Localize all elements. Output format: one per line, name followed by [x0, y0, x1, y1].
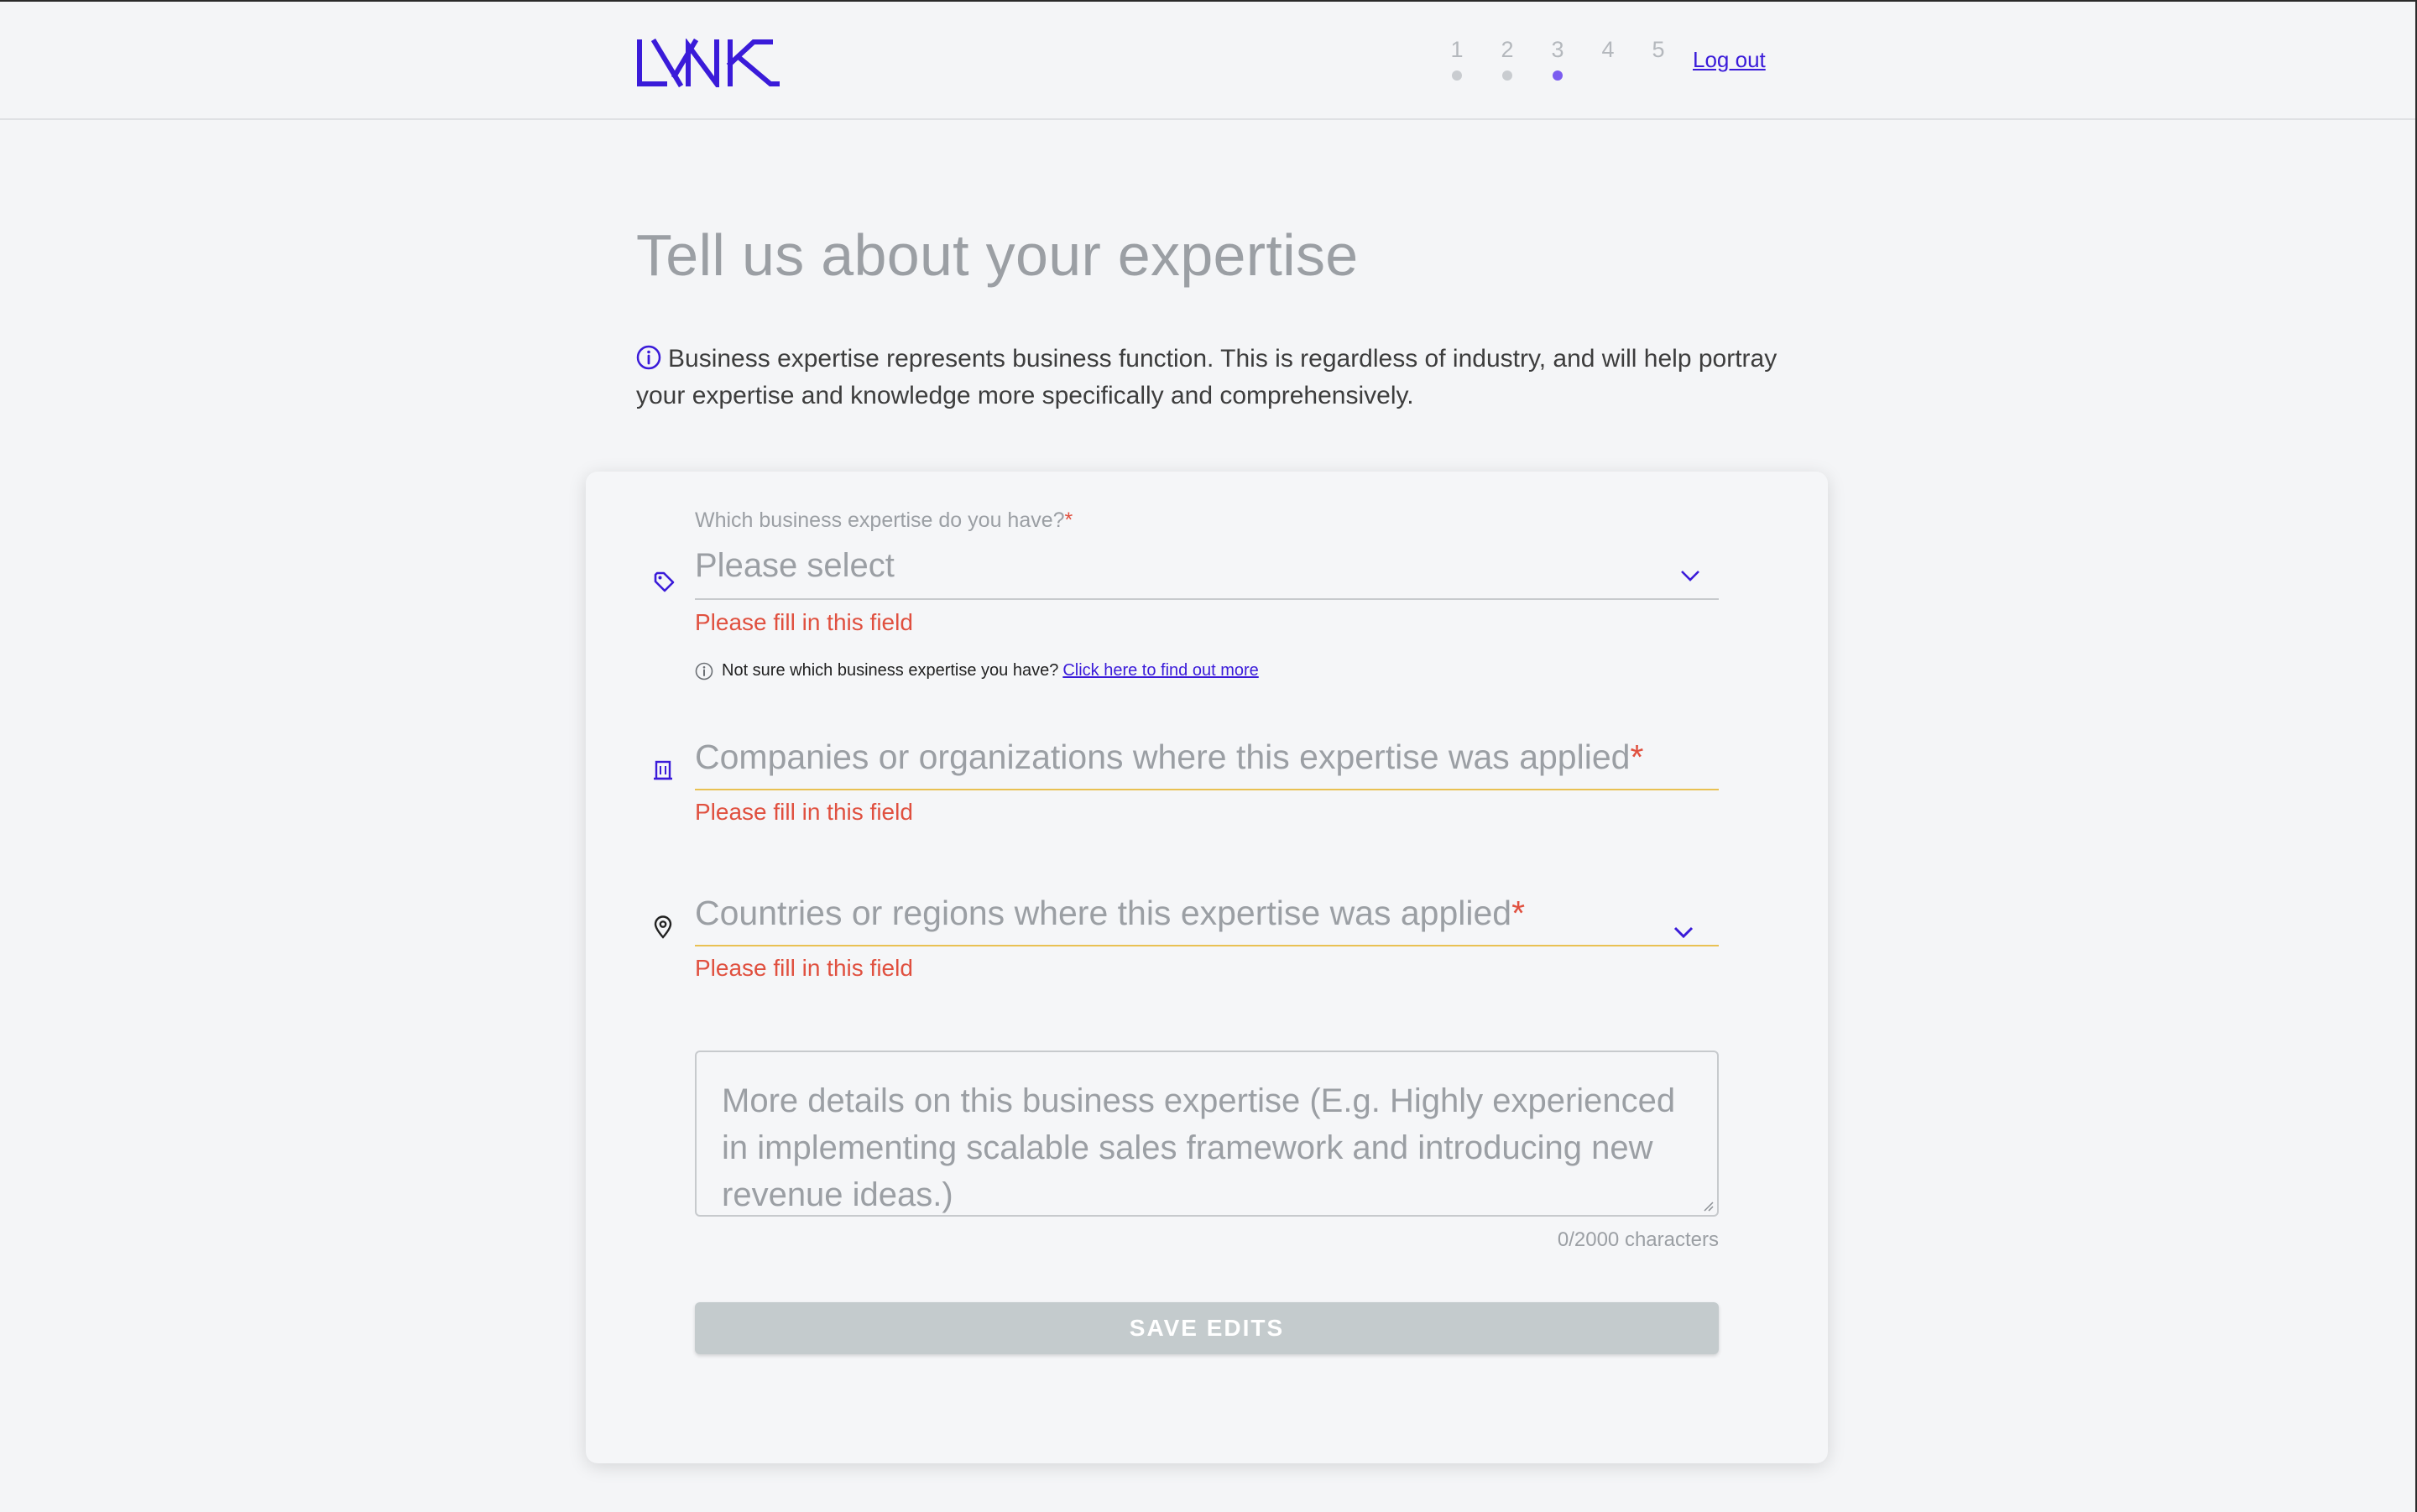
tag-icon — [654, 571, 675, 592]
save-edits-button[interactable]: SAVE EDITS — [695, 1302, 1719, 1354]
step-3[interactable]: 3 — [1541, 35, 1574, 81]
countries-error: Please fill in this field — [695, 955, 913, 981]
step-3-number: 3 — [1551, 37, 1564, 62]
logout-link[interactable]: Log out — [1693, 47, 1766, 73]
step-1-number: 1 — [1450, 37, 1464, 62]
step-4-number: 4 — [1601, 37, 1615, 62]
lynk-logo — [637, 39, 780, 87]
character-counter: 0/2000 characters — [1557, 1228, 1719, 1251]
countries-underline — [695, 945, 1719, 946]
companies-placeholder: Companies or organizations where this ex… — [695, 738, 1631, 776]
step-2[interactable]: 2 — [1490, 35, 1524, 81]
business-expertise-underline — [695, 598, 1719, 600]
business-expertise-label-text: Which business expertise do you have? — [695, 508, 1065, 532]
step-4[interactable]: 4 — [1591, 35, 1625, 64]
intro-paragraph: Business expertise represents business f… — [636, 341, 1778, 414]
location-pin-icon — [654, 915, 672, 939]
details-textarea[interactable]: More details on this business expertise … — [695, 1051, 1719, 1217]
step-3-dot-active — [1553, 70, 1563, 81]
hint-text: Not sure which business expertise you ha… — [722, 661, 1059, 680]
required-asterisk: * — [1630, 738, 1644, 776]
step-5[interactable]: 5 — [1642, 35, 1675, 64]
business-expertise-select[interactable]: Please select — [695, 547, 895, 585]
companies-error: Please fill in this field — [695, 799, 913, 825]
building-icon — [654, 760, 672, 780]
companies-input[interactable]: Companies or organizations where this ex… — [695, 738, 1643, 777]
resize-handle-icon[interactable] — [1702, 1200, 1714, 1212]
step-1[interactable]: 1 — [1440, 35, 1474, 81]
find-out-more-link[interactable]: Click here to find out more — [1062, 661, 1258, 680]
step-2-dot — [1502, 70, 1512, 81]
top-header: 1 2 3 4 5 Log out — [0, 2, 2415, 120]
step-2-number: 2 — [1501, 37, 1514, 62]
business-expertise-error: Please fill in this field — [695, 609, 913, 635]
intro-text: Business expertise represents business f… — [636, 345, 1778, 409]
small-info-icon — [695, 662, 713, 680]
required-asterisk: * — [1064, 508, 1073, 532]
chevron-down-icon[interactable] — [1673, 925, 1694, 939]
countries-placeholder: Countries or regions where this expertis… — [695, 894, 1512, 932]
business-expertise-label: Which business expertise do you have?* — [695, 508, 1073, 533]
companies-underline — [695, 789, 1719, 790]
page-title: Tell us about your expertise — [636, 222, 1359, 288]
details-placeholder: More details on this business expertise … — [722, 1082, 1676, 1213]
step-1-dot — [1452, 70, 1462, 81]
countries-select[interactable]: Countries or regions where this expertis… — [695, 894, 1525, 933]
info-icon — [636, 345, 661, 370]
required-asterisk: * — [1511, 894, 1526, 932]
step-5-number: 5 — [1652, 37, 1665, 62]
chevron-down-icon[interactable] — [1680, 569, 1700, 582]
business-expertise-hint: Not sure which business expertise you ha… — [695, 661, 1259, 680]
